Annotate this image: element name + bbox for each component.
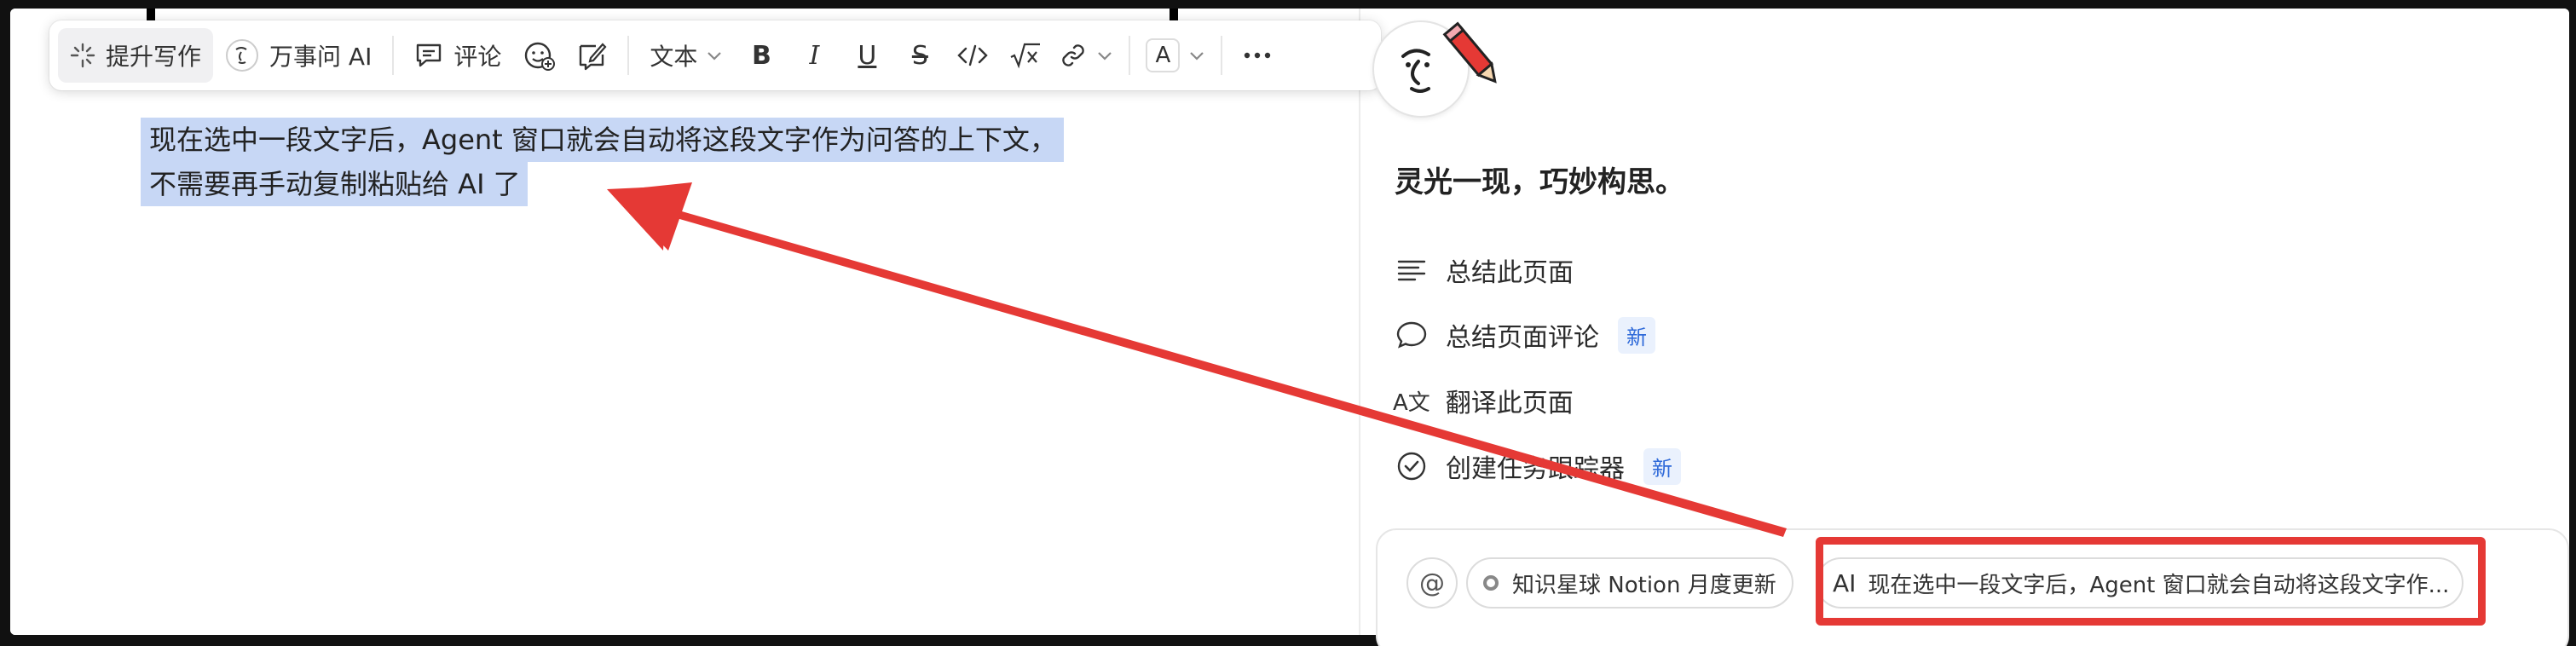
annotation-arrow [607, 182, 1787, 537]
